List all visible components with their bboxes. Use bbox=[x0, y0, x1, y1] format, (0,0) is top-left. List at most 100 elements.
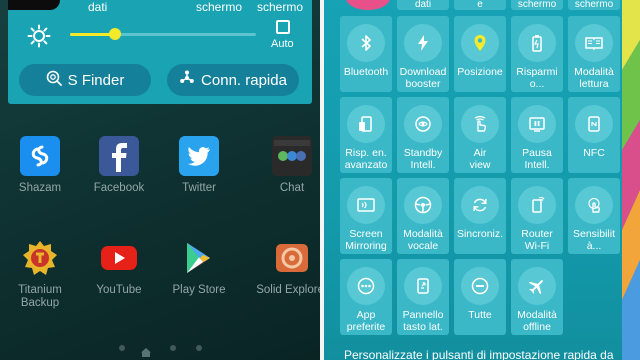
s-finder-label: S Finder bbox=[67, 71, 125, 89]
search-icon bbox=[46, 70, 62, 90]
partial-tile-top[interactable]: dati bbox=[397, 0, 449, 10]
quick-connect-label: Conn. rapida bbox=[201, 71, 287, 89]
auto-brightness-label: Auto bbox=[271, 38, 294, 50]
tile-label: Pannello tasto lat. bbox=[402, 309, 444, 333]
app-solid-explorer[interactable]: Solid Explorer bbox=[256, 238, 320, 297]
tile-air-view[interactable]: Air view bbox=[454, 97, 506, 173]
bluetooth-icon bbox=[347, 24, 385, 62]
app-chat[interactable]: Chat bbox=[256, 136, 320, 195]
tile-label: App preferite bbox=[346, 309, 386, 333]
partial-tile-label: schermo bbox=[517, 0, 557, 10]
app-titanium-backup[interactable]: Titanium Backup bbox=[4, 238, 76, 310]
s-finder-button[interactable]: S Finder bbox=[19, 64, 151, 96]
app-label: Play Store bbox=[172, 284, 226, 296]
partial-tile-label: dati bbox=[414, 0, 432, 10]
app-play-store[interactable]: Play Store bbox=[163, 238, 235, 297]
app-label: Titanium Backup bbox=[18, 284, 62, 309]
wifi-hotspot-icon bbox=[518, 186, 556, 224]
partial-tile-label: schermo bbox=[574, 0, 614, 10]
home-button-indicator bbox=[141, 344, 151, 357]
tile-toolbox[interactable]: App preferite bbox=[340, 259, 392, 335]
tile-airplane[interactable]: Modalità offline bbox=[511, 259, 563, 335]
app-shazam[interactable]: Shazam bbox=[4, 136, 76, 195]
nfc-icon bbox=[575, 105, 613, 143]
brightness-slider-knob[interactable] bbox=[108, 28, 121, 40]
tile-label: Download booster bbox=[399, 66, 447, 90]
toolbox-icon bbox=[347, 267, 385, 305]
tile-label: Sincroniz. bbox=[456, 228, 504, 240]
brightness-slider[interactable] bbox=[70, 28, 256, 40]
tile-label: Router Wi-Fi bbox=[521, 228, 553, 252]
tile-sync[interactable]: Sincroniz. bbox=[454, 178, 506, 254]
car-mode-icon bbox=[404, 186, 442, 224]
tile-label: Air view bbox=[469, 147, 491, 171]
reading-mode-icon bbox=[575, 24, 613, 62]
page-indicator-dot[interactable] bbox=[196, 345, 202, 351]
app-twitter[interactable]: Twitter bbox=[163, 136, 235, 195]
notification-quick-header: dati schermo schermo Auto S Finder Conn.… bbox=[8, 0, 312, 104]
tile-label: Sensibilit à... bbox=[572, 228, 616, 252]
top-label-dati: dati bbox=[88, 0, 108, 14]
shazam-icon bbox=[20, 136, 60, 176]
solid-explorer-icon bbox=[272, 238, 312, 278]
tile-label: Modalità offline bbox=[517, 309, 557, 333]
app-label: Solid Explorer bbox=[256, 284, 320, 296]
tile-label: Modalità lettura bbox=[574, 66, 614, 90]
left-phone-screen: Shazam Facebook Twitter Chat Titanium Backup Y… bbox=[0, 0, 320, 360]
partial-tile-top[interactable]: schermo bbox=[568, 0, 620, 10]
app-label: Chat bbox=[279, 182, 305, 194]
smart-pause-icon bbox=[518, 105, 556, 143]
tile-smart-stay[interactable]: Standby Intell. bbox=[397, 97, 449, 173]
chat-icon bbox=[272, 136, 312, 176]
auto-brightness-checkbox[interactable] bbox=[276, 20, 290, 34]
titanium-icon bbox=[20, 238, 60, 278]
brightness-icon[interactable] bbox=[27, 24, 51, 48]
app-youtube[interactable]: YouTube bbox=[83, 238, 155, 297]
download-booster-icon bbox=[404, 24, 442, 62]
tile-ultra-power-saving[interactable]: Risp. en. avanzato bbox=[340, 97, 392, 173]
tile-battery-saver[interactable]: Risparmi o... bbox=[511, 16, 563, 92]
partial-pink-icon bbox=[346, 0, 390, 10]
tile-side-key-panel[interactable]: Pannello tasto lat. bbox=[397, 259, 449, 335]
quick-connect-button[interactable]: Conn. rapida bbox=[167, 64, 299, 96]
tile-label: Risp. en. avanzato bbox=[344, 147, 388, 171]
do-not-disturb-icon bbox=[461, 267, 499, 305]
page-indicator-dot[interactable] bbox=[119, 345, 125, 351]
tile-label: Standby Intell. bbox=[403, 147, 443, 171]
tile-label: Pausa Intell. bbox=[522, 147, 552, 171]
sync-icon bbox=[461, 186, 499, 224]
tile-label: Modalità vocale bbox=[403, 228, 443, 252]
tile-smart-pause[interactable]: Pausa Intell. bbox=[511, 97, 563, 173]
quick-connect-icon bbox=[179, 70, 195, 90]
tile-car-mode[interactable]: Modalità vocale bbox=[397, 178, 449, 254]
location-icon bbox=[461, 24, 499, 62]
page-indicator-dot[interactable] bbox=[170, 345, 176, 351]
tile-label: NFC bbox=[583, 147, 605, 159]
app-label: YouTube bbox=[96, 284, 142, 296]
app-facebook[interactable]: Facebook bbox=[83, 136, 155, 195]
tile-screen-mirroring[interactable]: Screen Mirroring bbox=[340, 178, 392, 254]
partial-tile-top[interactable]: schermo bbox=[511, 0, 563, 10]
tile-nfc[interactable]: NFC bbox=[568, 97, 620, 173]
top-label-schermo-2: schermo bbox=[257, 0, 304, 14]
side-key-panel-icon bbox=[404, 267, 442, 305]
tile-location[interactable]: Posizione bbox=[454, 16, 506, 92]
tile-label: Posizione bbox=[457, 66, 503, 78]
tile-do-not-disturb[interactable]: Tutte bbox=[454, 259, 506, 335]
partial-top-icon bbox=[8, 0, 60, 10]
tile-wifi-hotspot[interactable]: Router Wi-Fi bbox=[511, 178, 563, 254]
touch-sensitivity-icon bbox=[575, 186, 613, 224]
tile-reading-mode[interactable]: Modalità lettura bbox=[568, 16, 620, 92]
tile-label: Tutte bbox=[468, 309, 492, 321]
twitter-icon bbox=[179, 136, 219, 176]
youtube-icon bbox=[99, 238, 139, 278]
tile-touch-sensitivity[interactable]: Sensibilit à... bbox=[568, 178, 620, 254]
play-store-icon bbox=[179, 238, 219, 278]
partial-tile-top[interactable]: e bbox=[454, 0, 506, 10]
air-view-icon bbox=[461, 105, 499, 143]
facebook-icon bbox=[99, 136, 139, 176]
tile-download-booster[interactable]: Download booster bbox=[397, 16, 449, 92]
partial-tile-label: e bbox=[477, 0, 483, 10]
tile-bluetooth[interactable]: Bluetooth bbox=[340, 16, 392, 92]
screen-mirroring-icon bbox=[347, 186, 385, 224]
